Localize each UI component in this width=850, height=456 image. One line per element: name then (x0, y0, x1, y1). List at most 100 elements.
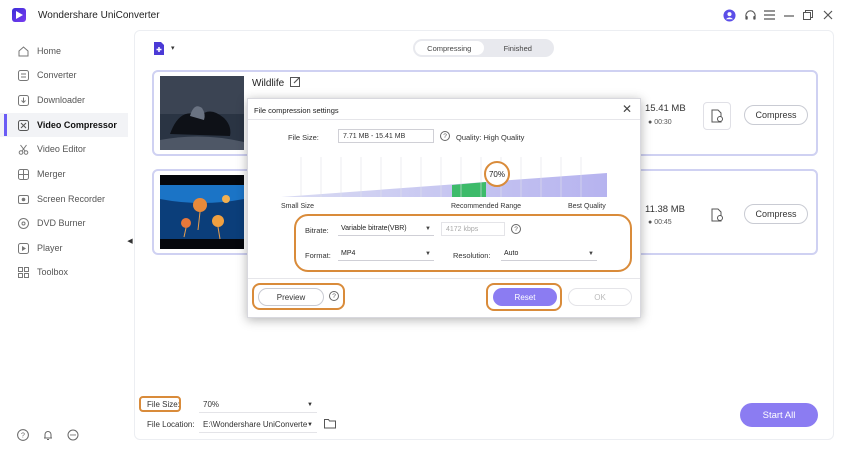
dialog-divider (248, 119, 640, 120)
sidebar-item-converter[interactable]: Converter (0, 63, 128, 87)
file-size: 15.41 MB (645, 103, 686, 114)
tab-finished[interactable]: Finished (484, 41, 553, 55)
edit-icon[interactable] (290, 76, 301, 90)
format-label: Format: (305, 251, 331, 260)
bitrate-select[interactable]: Variable bitrate(VBR) ▼ (338, 222, 434, 236)
sidebar-item-merger[interactable]: Merger (0, 162, 128, 186)
close-icon[interactable] (821, 8, 835, 22)
chevron-down-icon: ▼ (425, 225, 431, 232)
sidebar-item-label: Player (37, 243, 63, 253)
dialog-close-icon[interactable]: ✕ (622, 102, 632, 116)
file-settings-icon (711, 109, 723, 123)
svg-text:?: ? (21, 433, 25, 440)
help-icon[interactable]: ? (16, 428, 30, 442)
sidebar-item-label: Home (37, 46, 62, 56)
sidebar-item-label: Converter (37, 70, 77, 80)
title-bar: Wondershare UniConverter (0, 0, 850, 30)
chevron-down-icon: ▼ (307, 421, 313, 428)
sidebar-item-label: Video Editor (37, 144, 86, 154)
status-tabs: Compressing Finished (413, 39, 554, 57)
file-size-select-value: 70% (203, 400, 220, 409)
recommended-range-label: Recommended Range (451, 203, 522, 210)
dialog-footer-divider (248, 278, 640, 279)
file-location-select[interactable]: E:\Wondershare UniConverte ▼ (199, 417, 317, 433)
video-thumbnail[interactable] (160, 76, 244, 150)
help-icon[interactable]: ? (511, 224, 521, 234)
duration-text: 00:45 (654, 219, 672, 226)
sidebar-item-label: Merger (37, 169, 66, 179)
sidebar: Home Converter Downloader Video Compress… (0, 30, 128, 456)
sidebar-item-label: Video Compressor (37, 120, 117, 130)
file-location-select-value: E:\Wondershare UniConverte (203, 420, 307, 429)
file-size-select[interactable]: 70% ▼ (199, 397, 317, 413)
sidebar-item-player[interactable]: Player (0, 236, 128, 260)
chevron-down-icon: ▼ (307, 401, 313, 408)
format-select[interactable]: MP4 ▼ (338, 247, 434, 261)
sidebar-item-label: DVD Burner (37, 218, 86, 228)
app-title: Wondershare UniConverter (38, 10, 160, 21)
disc-icon (17, 217, 30, 230)
sidebar-item-toolbox[interactable]: Toolbox (0, 260, 128, 284)
account-icon[interactable] (722, 8, 736, 22)
format-select-value: MP4 (341, 250, 356, 257)
add-file-button[interactable]: ▾ (152, 40, 180, 56)
dialog-title: File compression settings (254, 106, 339, 115)
file-duration: ● 00:30 (648, 119, 672, 126)
start-all-button[interactable]: Start All (740, 403, 818, 427)
file-size-label: File Size: (288, 133, 319, 142)
compression-slider[interactable] (281, 155, 607, 203)
sidebar-item-video-editor[interactable]: Video Editor (0, 137, 128, 161)
resolution-select[interactable]: Auto ▼ (501, 247, 597, 261)
file-size: 11.38 MB (645, 204, 685, 215)
chevron-down-icon: ▼ (425, 250, 431, 257)
best-quality-label: Best Quality (568, 203, 606, 210)
sidebar-item-video-compressor[interactable]: Video Compressor (0, 113, 128, 137)
add-file-icon (154, 41, 164, 55)
compress-icon (17, 119, 30, 132)
resolution-select-value: Auto (504, 250, 519, 257)
sidebar-item-label: Screen Recorder (37, 194, 106, 204)
bitrate-select-value: Variable bitrate(VBR) (341, 225, 407, 232)
file-location-label: File Location: (147, 420, 195, 429)
bell-icon[interactable] (41, 428, 55, 442)
compression-settings-button[interactable] (703, 201, 731, 229)
small-size-label: Small Size (281, 203, 315, 210)
sidebar-item-downloader[interactable]: Downloader (0, 88, 128, 112)
feedback-icon[interactable] (66, 428, 80, 442)
percent-badge[interactable]: 70% (484, 161, 510, 187)
compress-button[interactable]: Compress (744, 204, 808, 224)
resolution-label: Resolution: (453, 251, 491, 260)
sidebar-item-label: Toolbox (37, 267, 69, 277)
quality-text: Quality: High Quality (456, 133, 525, 142)
scissors-icon (17, 143, 30, 156)
compression-settings-button[interactable] (703, 102, 731, 130)
sidebar-item-home[interactable]: Home (0, 39, 128, 63)
grid-icon (17, 266, 30, 279)
merger-icon (17, 168, 30, 181)
sidebar-item-screen-recorder[interactable]: Screen Recorder (0, 187, 128, 211)
file-duration: ● 00:45 (648, 219, 672, 226)
ok-button[interactable]: OK (568, 288, 632, 306)
bitrate-kbps-field[interactable]: 4172 kbps (441, 222, 505, 236)
reset-button[interactable]: Reset (493, 288, 557, 306)
downloader-icon (17, 94, 30, 107)
preview-button[interactable]: Preview (258, 288, 324, 306)
compress-button[interactable]: Compress (744, 105, 808, 125)
app-logo-icon (12, 8, 26, 22)
maximize-icon[interactable] (801, 8, 815, 22)
help-icon[interactable]: ? (329, 291, 339, 301)
file-name: Wildlife (252, 78, 285, 89)
chevron-down-icon: ▾ (171, 45, 175, 52)
sidebar-item-dvd-burner[interactable]: DVD Burner (0, 211, 128, 235)
file-settings-icon (711, 208, 723, 222)
sidebar-item-label: Downloader (37, 95, 86, 105)
headset-icon[interactable] (743, 8, 757, 22)
file-size-range-field[interactable]: 7.71 MB - 15.41 MB (338, 129, 434, 143)
help-icon[interactable]: ? (440, 131, 450, 141)
menu-icon[interactable] (762, 8, 776, 22)
tab-compressing[interactable]: Compressing (415, 41, 484, 55)
recorder-icon (17, 193, 30, 206)
folder-icon[interactable] (324, 418, 336, 431)
video-thumbnail[interactable] (160, 175, 244, 249)
minimize-icon[interactable] (782, 8, 796, 22)
